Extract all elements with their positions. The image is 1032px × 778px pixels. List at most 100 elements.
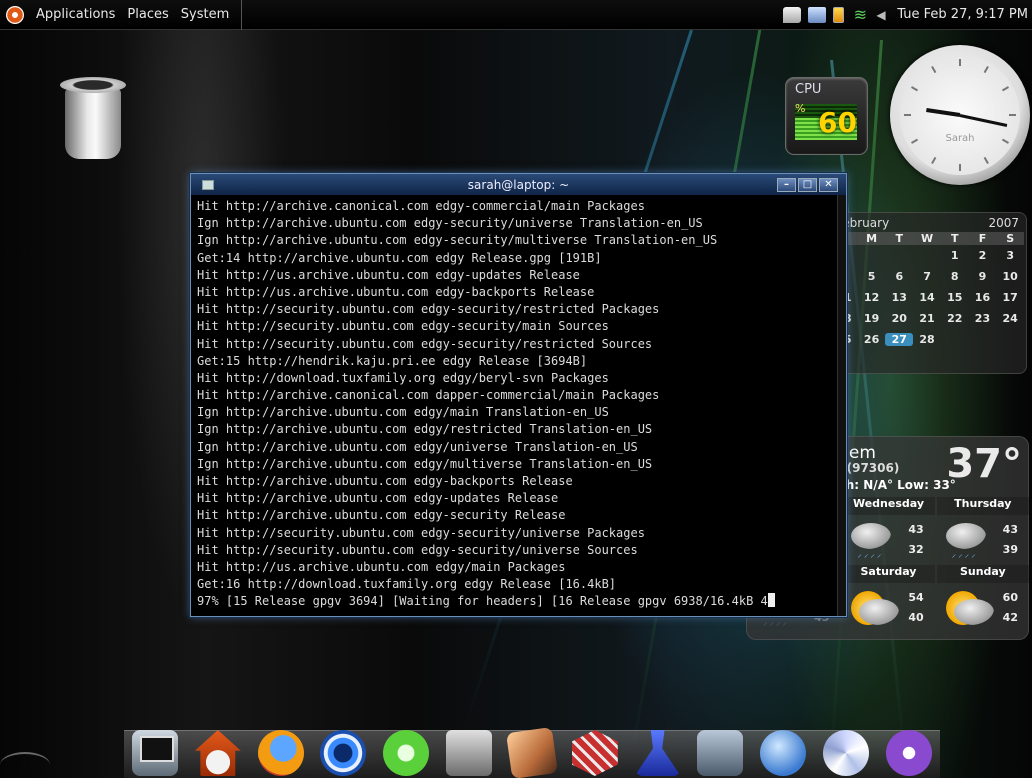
analog-clock-widget[interactable]: Sarah xyxy=(890,45,1030,185)
calendar-day[interactable]: 7 xyxy=(913,270,941,283)
terminal-line: Hit http://archive.canonical.com dapper-… xyxy=(197,388,660,403)
calendar-day[interactable]: 8 xyxy=(941,270,969,283)
panel-clock[interactable]: Tue Feb 27, 9:17 PM xyxy=(897,7,1028,22)
top-panel: Applications Places System ≋ ◀ Tue Feb 2… xyxy=(0,0,1032,30)
terminal-line: Hit http://security.ubuntu.com edgy-secu… xyxy=(197,542,638,557)
calendar-day[interactable]: 1 xyxy=(941,249,969,262)
calendar-day[interactable]: 13 xyxy=(885,291,913,304)
cloud-icon xyxy=(953,599,994,625)
volume-icon[interactable]: ◀ xyxy=(876,7,890,23)
forecast-high: 43 xyxy=(1002,523,1018,536)
terminal-line: 97% [15 Release gpgv 3694] [Waiting for … xyxy=(197,593,846,610)
trash-can-rim xyxy=(60,77,126,93)
home-folder-icon[interactable] xyxy=(194,730,241,776)
cd-burner-icon[interactable] xyxy=(823,730,870,776)
close-button[interactable]: ✕ xyxy=(819,177,838,192)
calendar-day[interactable]: 15 xyxy=(941,291,969,304)
calendar-day[interactable]: 21 xyxy=(913,312,941,325)
forecast-day-label: Wednesday xyxy=(842,497,935,515)
terminal-titlebar[interactable]: sarah@laptop: ~ – □ ✕ xyxy=(191,174,846,195)
calendar-widget[interactable]: February 2007 SMTWTFS 123456789101112131… xyxy=(827,212,1027,374)
clock-minute-hand xyxy=(959,113,1008,127)
calendar-day[interactable]: 3 xyxy=(996,249,1024,262)
calendar-day[interactable]: 23 xyxy=(969,312,997,325)
maximize-button[interactable]: □ xyxy=(798,177,817,192)
skype-icon[interactable] xyxy=(383,730,430,776)
terminal-output[interactable]: Hit http://archive.canonical.com edgy-co… xyxy=(191,195,846,615)
forecast-cell: 60 42 xyxy=(936,583,1030,633)
menu-bar: Applications Places System xyxy=(0,0,243,30)
screen-app-icon[interactable] xyxy=(697,730,744,776)
calendar-weekday: T xyxy=(895,232,904,245)
terminal-line: Hit http://us.archive.ubuntu.com edgy-ba… xyxy=(197,284,595,299)
terminal-line: Hit http://security.ubuntu.com edgy-secu… xyxy=(197,302,660,317)
clock-tick xyxy=(1001,86,1009,92)
terminal-line: Ign http://archive.ubuntu.com edgy/main … xyxy=(197,405,609,420)
terminal-window-icon[interactable] xyxy=(202,179,214,190)
calendar-grid: 1234567891011121314151617181920212223242… xyxy=(828,245,1026,350)
calendar-day[interactable]: 26 xyxy=(858,333,886,346)
calendar-day[interactable]: 6 xyxy=(885,270,913,283)
window-controls: – □ ✕ xyxy=(777,177,838,192)
network-icon[interactable] xyxy=(808,6,827,23)
terminal-line: Hit http://us.archive.ubuntu.com edgy-up… xyxy=(197,267,580,282)
calendar-week-row: 25262728 xyxy=(830,329,1024,350)
battery-icon[interactable] xyxy=(833,6,845,23)
calendar-day[interactable]: 19 xyxy=(858,312,886,325)
rain-cloud-icon xyxy=(851,523,892,549)
calendar-day[interactable]: 5 xyxy=(858,270,886,283)
forecast-cell: ⸝⸝⸝⸝ 43 32 xyxy=(841,515,935,565)
terminal-app-icon[interactable] xyxy=(446,730,493,776)
trash-icon[interactable] xyxy=(58,75,128,161)
cube-icon[interactable] xyxy=(571,730,618,776)
calendar-day[interactable]: 27 xyxy=(885,333,914,346)
calendar-day[interactable]: 28 xyxy=(913,333,941,346)
calendar-day[interactable]: 20 xyxy=(885,312,913,325)
flask-icon[interactable] xyxy=(634,730,681,776)
terminal-line: Hit http://archive.canonical.com edgy-co… xyxy=(197,199,645,213)
photo-app-icon[interactable] xyxy=(505,727,558,778)
menu-places[interactable]: Places xyxy=(121,7,174,22)
terminal-line: Hit http://security.ubuntu.com edgy-secu… xyxy=(197,319,609,334)
terminal-line: Hit http://security.ubuntu.com edgy-secu… xyxy=(197,525,645,540)
calendar-day[interactable]: 9 xyxy=(969,270,997,283)
messenger-icon[interactable] xyxy=(760,730,807,776)
forecast-cell: 54 40 xyxy=(841,583,935,633)
calendar-day[interactable]: 2 xyxy=(969,249,997,262)
calendar-day[interactable]: 10 xyxy=(996,270,1024,283)
calendar-day[interactable]: 14 xyxy=(913,291,941,304)
ubuntu-logo-icon[interactable] xyxy=(6,5,24,24)
minimize-button[interactable]: – xyxy=(777,177,796,192)
cpu-widget[interactable]: CPU % 60 xyxy=(785,77,868,155)
terminal-line: Ign http://archive.ubuntu.com edgy-secur… xyxy=(197,216,703,231)
firefox-icon[interactable] xyxy=(257,730,304,776)
forecast-high: 43 xyxy=(908,523,924,536)
terminal-line: Hit http://download.tuxfamily.org edgy/b… xyxy=(197,370,609,385)
calendar-weekday: W xyxy=(920,232,934,245)
calendar-day[interactable]: 16 xyxy=(969,291,997,304)
terminal-line: Hit http://archive.ubuntu.com edgy-updat… xyxy=(197,491,559,506)
chat-icon[interactable] xyxy=(783,6,802,23)
calendar-day[interactable]: 22 xyxy=(941,312,969,325)
forecast-cell: ⸝⸝⸝⸝ 43 39 xyxy=(936,515,1030,565)
calendar-day[interactable]: 17 xyxy=(996,291,1024,304)
cpu-unit: % xyxy=(795,102,806,115)
terminal-window[interactable]: sarah@laptop: ~ – □ ✕ Hit http://archive… xyxy=(190,173,847,617)
decorative-swirl xyxy=(0,752,50,778)
forecast-high: 54 xyxy=(908,591,924,604)
calendar-weekday: S xyxy=(1006,232,1015,245)
calendar-day[interactable]: 12 xyxy=(858,291,886,304)
terminal-line: Ign http://archive.ubuntu.com edgy/multi… xyxy=(197,456,653,471)
computer-icon[interactable] xyxy=(132,730,178,776)
terminal-line: Hit http://us.archive.ubuntu.com edgy/ma… xyxy=(197,559,566,574)
wifi-icon[interactable]: ≋ xyxy=(851,6,869,23)
gnome-icon[interactable] xyxy=(885,730,932,776)
menu-applications[interactable]: Applications xyxy=(30,7,121,22)
calendar-week-row: 123 xyxy=(830,245,1024,266)
ring-app-icon[interactable] xyxy=(320,730,367,776)
trash-can-body xyxy=(65,89,121,159)
menu-system[interactable]: System xyxy=(175,7,235,22)
terminal-scrollbar[interactable] xyxy=(837,195,846,616)
forecast-low: 40 xyxy=(908,611,924,624)
calendar-day[interactable]: 24 xyxy=(996,312,1024,325)
